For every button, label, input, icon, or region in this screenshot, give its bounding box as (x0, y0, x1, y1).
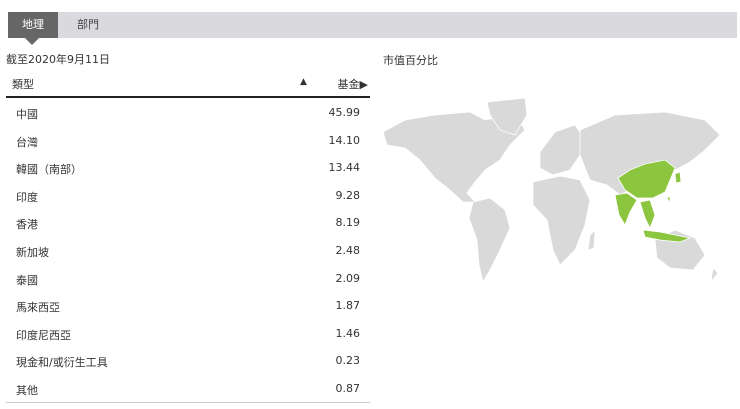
row-value: 45.99 (328, 106, 361, 119)
row-name: 中國 (16, 108, 38, 121)
table-row: 新加坡 2.48 (6, 236, 370, 264)
table-row: 馬來西亞 1.87 (6, 291, 370, 319)
map-south-america (468, 197, 511, 284)
map-southeast-asia (639, 199, 656, 229)
row-name: 印度 (16, 190, 38, 204)
table-row: 其他 0.87 (6, 374, 370, 402)
table-bottom-divider (6, 401, 370, 403)
row-value: 0.23 (335, 354, 361, 368)
map-europe (539, 124, 586, 176)
tab-geography[interactable]: 地理 (8, 12, 58, 45)
table-row: 香港 8.19 (6, 208, 370, 236)
map-madagascar (587, 228, 596, 251)
table-row: 現金和/或衍生工具 0.23 (6, 346, 370, 374)
row-name: 馬來西亞 (16, 301, 60, 315)
column-fund-header[interactable]: 基金▶ (338, 76, 368, 92)
map-taiwan (666, 195, 671, 205)
column-type-header[interactable]: 類型 (12, 76, 34, 92)
map-title: 市值百分比 (383, 54, 438, 67)
map-africa (532, 175, 591, 266)
row-value: 2.09 (335, 271, 361, 285)
row-value: 0.87 (335, 381, 361, 395)
row-value: 13.44 (328, 161, 361, 175)
table-row: 韓國（南部） 13.44 (6, 153, 370, 181)
table-header: 類型 ▲ 基金▶ (6, 72, 370, 98)
map-korea (674, 171, 682, 184)
table-row: 印度 9.28 (6, 181, 370, 209)
holdings-table: 類型 ▲ 基金▶ 中國 45.99 台灣 14.10 韓國（南部） 13.44 印度 9.28… (6, 72, 370, 403)
row-value: 14.10 (328, 133, 361, 147)
row-name: 泰國 (16, 273, 38, 287)
table-row: 泰國 2.09 (6, 264, 370, 292)
row-name: 現金和/或衍生工具 (16, 356, 108, 370)
row-name: 台灣 (16, 135, 38, 149)
row-name: 新加坡 (16, 245, 49, 259)
table-row: 印度尼西亞 1.46 (6, 319, 370, 347)
row-value: 1.46 (335, 326, 361, 340)
row-value: 1.87 (335, 299, 361, 313)
table-row: 中國 45.99 (6, 98, 370, 126)
row-value: 8.19 (335, 216, 361, 230)
map-india (614, 192, 638, 226)
row-name: 其他 (16, 383, 38, 397)
row-value: 9.28 (335, 188, 361, 202)
as-of-date: 截至2020年9月11日 (6, 53, 110, 66)
table-row: 台灣 14.10 (6, 126, 370, 154)
map-new-zealand (710, 267, 719, 284)
sort-asc-icon[interactable]: ▲ (300, 77, 307, 87)
world-map (382, 97, 721, 284)
row-value: 2.48 (335, 243, 361, 257)
tab-bar: 地理 部門 (8, 12, 737, 45)
row-name: 印度尼西亞 (16, 328, 71, 342)
row-name: 韓國（南部） (16, 163, 82, 177)
tab-sector[interactable]: 部門 (58, 12, 118, 38)
row-name: 香港 (16, 218, 38, 232)
